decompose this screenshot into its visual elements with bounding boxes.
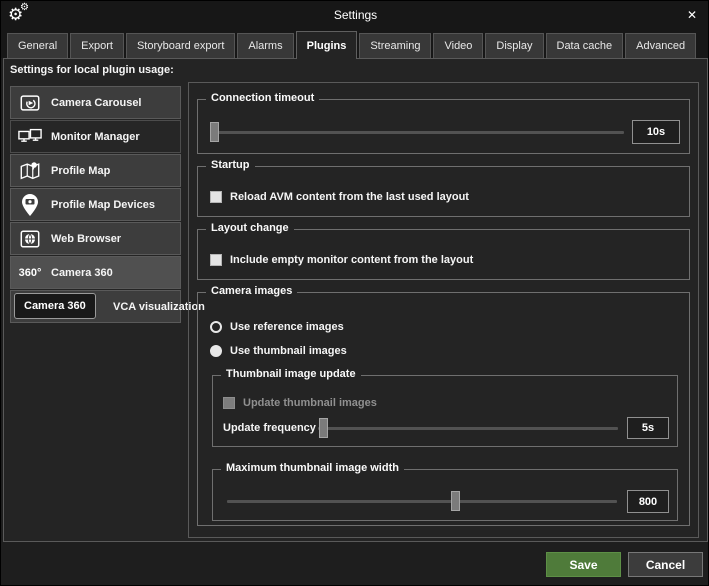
thumbnail-image-update-group: Thumbnail image update Update thumbnail … [212,375,678,447]
tab-general[interactable]: General [7,33,68,58]
sidebar-item-camera-360[interactable]: 360° Camera 360 [10,256,181,289]
use-thumbnail-images-radio[interactable] [210,345,222,357]
camera-360-icon: 360° [18,261,42,285]
plugins-tab-content: Settings for local plugin usage: Camera … [3,58,708,542]
sidebar-item-profile-map[interactable]: Profile Map [10,154,181,187]
max-thumbnail-width-slider-track[interactable] [227,500,617,503]
sidebar-heading: Settings for local plugin usage: [10,64,174,76]
max-thumbnail-width-title: Maximum thumbnail image width [221,462,404,474]
title-bar: ⚙ ⚙ Settings ✕ [1,1,709,29]
camera-images-title: Camera images [206,285,297,297]
settings-dialog: ⚙ ⚙ Settings ✕ General Export Storyboard… [0,0,709,586]
startup-group: Startup Reload AVM content from the last… [197,166,690,217]
sidebar-item-camera-carousel[interactable]: Camera Carousel [10,86,181,119]
profile-map-icon [18,159,42,183]
layout-change-title: Layout change [206,222,294,234]
update-frequency-slider-handle[interactable] [319,418,328,438]
sidebar-item-profile-map-devices[interactable]: Profile Map Devices [10,188,181,221]
close-icon[interactable]: ✕ [684,7,700,23]
connection-timeout-title: Connection timeout [206,92,319,104]
update-thumbnail-images-checkbox [223,397,235,409]
tab-export[interactable]: Export [70,33,124,58]
tab-video[interactable]: Video [433,33,483,58]
save-button[interactable]: Save [546,552,621,577]
update-thumbnail-images-label: Update thumbnail images [243,397,377,409]
cancel-button[interactable]: Cancel [628,552,703,577]
max-thumbnail-width-slider-handle[interactable] [451,491,460,511]
sidebar-item-web-browser[interactable]: Web Browser [10,222,181,255]
tab-bar: General Export Storyboard export Alarms … [1,29,709,58]
camera-360-tooltip: Camera 360 [14,293,96,319]
tab-streaming[interactable]: Streaming [359,33,431,58]
web-browser-icon [18,227,42,251]
tab-data-cache[interactable]: Data cache [546,33,624,58]
profile-map-devices-icon [18,193,42,217]
camera-carousel-icon [18,91,42,115]
include-empty-monitor-checkbox[interactable] [210,254,222,266]
tab-alarms[interactable]: Alarms [237,33,293,58]
tab-storyboard-export[interactable]: Storyboard export [126,33,235,58]
window-title: Settings [1,8,709,22]
update-frequency-label: Update frequency [223,422,316,434]
use-reference-images-radio[interactable] [210,321,222,333]
tab-plugins[interactable]: Plugins [296,31,358,59]
tab-advanced[interactable]: Advanced [625,33,696,58]
use-thumbnail-images-label[interactable]: Use thumbnail images [230,345,347,357]
thumbnail-image-update-title: Thumbnail image update [221,368,361,380]
include-empty-monitor-label[interactable]: Include empty monitor content from the l… [230,254,473,266]
connection-timeout-slider-track[interactable] [212,131,624,134]
camera-images-group: Camera images Use reference images Use t… [197,292,690,526]
layout-change-group: Layout change Include empty monitor cont… [197,229,690,280]
connection-timeout-group: Connection timeout 10s [197,99,690,154]
max-thumbnail-width-group: Maximum thumbnail image width 800 [212,469,678,521]
use-reference-images-label[interactable]: Use reference images [230,321,344,333]
update-frequency-value[interactable]: 5s [627,417,669,439]
monitor-manager-icon [18,125,42,149]
update-frequency-slider-track[interactable] [318,427,618,430]
reload-avm-label[interactable]: Reload AVM content from the last used la… [230,191,469,203]
connection-timeout-slider-handle[interactable] [210,122,219,142]
sidebar-item-monitor-manager[interactable]: Monitor Manager [10,120,181,153]
tab-display[interactable]: Display [485,33,543,58]
reload-avm-checkbox[interactable] [210,191,222,203]
startup-title: Startup [206,159,255,171]
connection-timeout-value[interactable]: 10s [632,120,680,144]
plugin-settings-panel: Connection timeout 10s Startup Reload AV… [188,82,699,538]
max-thumbnail-width-value[interactable]: 800 [627,490,669,513]
